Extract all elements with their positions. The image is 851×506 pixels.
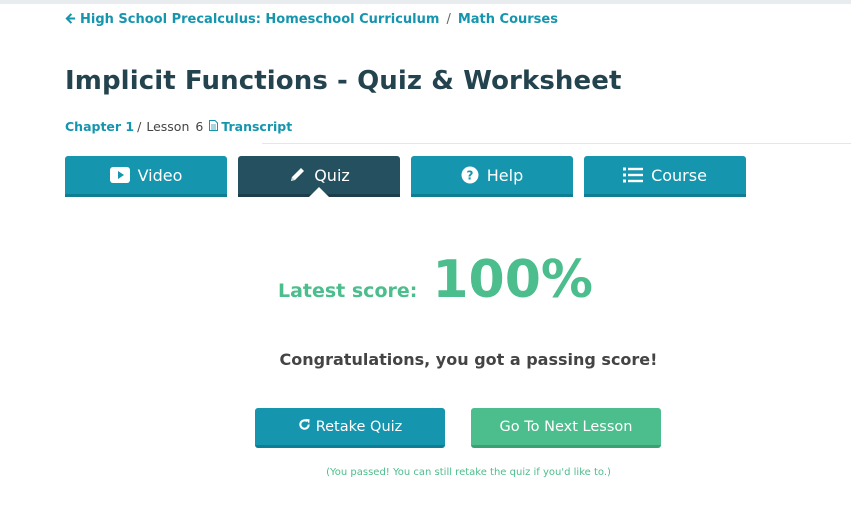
tab-help[interactable]: ? Help	[411, 156, 573, 197]
page-title: Implicit Functions - Quiz & Worksheet	[65, 66, 622, 96]
video-icon	[109, 167, 130, 183]
breadcrumb-separator: /	[446, 12, 451, 27]
next-lesson-button[interactable]: Go To Next Lesson	[471, 408, 661, 448]
breadcrumb-link-math-courses[interactable]: Math Courses	[458, 12, 558, 27]
congratulations-message: Congratulations, you got a passing score…	[279, 350, 658, 369]
tab-label: Course	[651, 165, 707, 185]
retake-quiz-button[interactable]: Retake Quiz	[255, 408, 445, 448]
list-icon	[623, 167, 644, 183]
tab-quiz[interactable]: Quiz	[238, 156, 400, 197]
score-label: Latest score:	[277, 280, 418, 302]
help-icon: ?	[461, 166, 479, 184]
tab-label: Quiz	[314, 165, 350, 185]
retake-label: Retake Quiz	[315, 418, 403, 435]
next-lesson-label: Go To Next Lesson	[499, 418, 633, 435]
meta-separator: /	[137, 119, 142, 134]
breadcrumb-link-precalculus[interactable]: High School Precalculus: Homeschool Curr…	[80, 12, 439, 27]
arrow-left-icon	[65, 12, 76, 27]
lesson-meta: Chapter 1 / Lesson 6 Transcript	[65, 119, 292, 134]
divider	[262, 143, 851, 144]
tab-label: Video	[137, 165, 183, 185]
pass-note: (You passed! You can still retake the qu…	[326, 467, 611, 478]
tab-video[interactable]: Video	[65, 156, 227, 197]
tab-course[interactable]: Course	[584, 156, 746, 197]
score-display: Latest score: 100%	[0, 250, 851, 310]
breadcrumb: High School Precalculus: Homeschool Curr…	[65, 12, 558, 27]
lesson-tabs: Video Quiz ? Help Course	[65, 156, 757, 197]
refresh-icon	[298, 418, 311, 435]
transcript-link[interactable]: Transcript	[221, 119, 292, 134]
chapter-link[interactable]: Chapter 1	[65, 119, 134, 134]
top-border	[0, 0, 851, 4]
pencil-icon	[288, 166, 306, 184]
lesson-label: Lesson	[146, 119, 190, 134]
score-value: 100%	[432, 250, 594, 310]
tab-label: Help	[486, 165, 524, 185]
document-icon	[209, 119, 219, 134]
svg-text:?: ?	[466, 169, 473, 183]
lesson-number: 6	[195, 119, 204, 134]
